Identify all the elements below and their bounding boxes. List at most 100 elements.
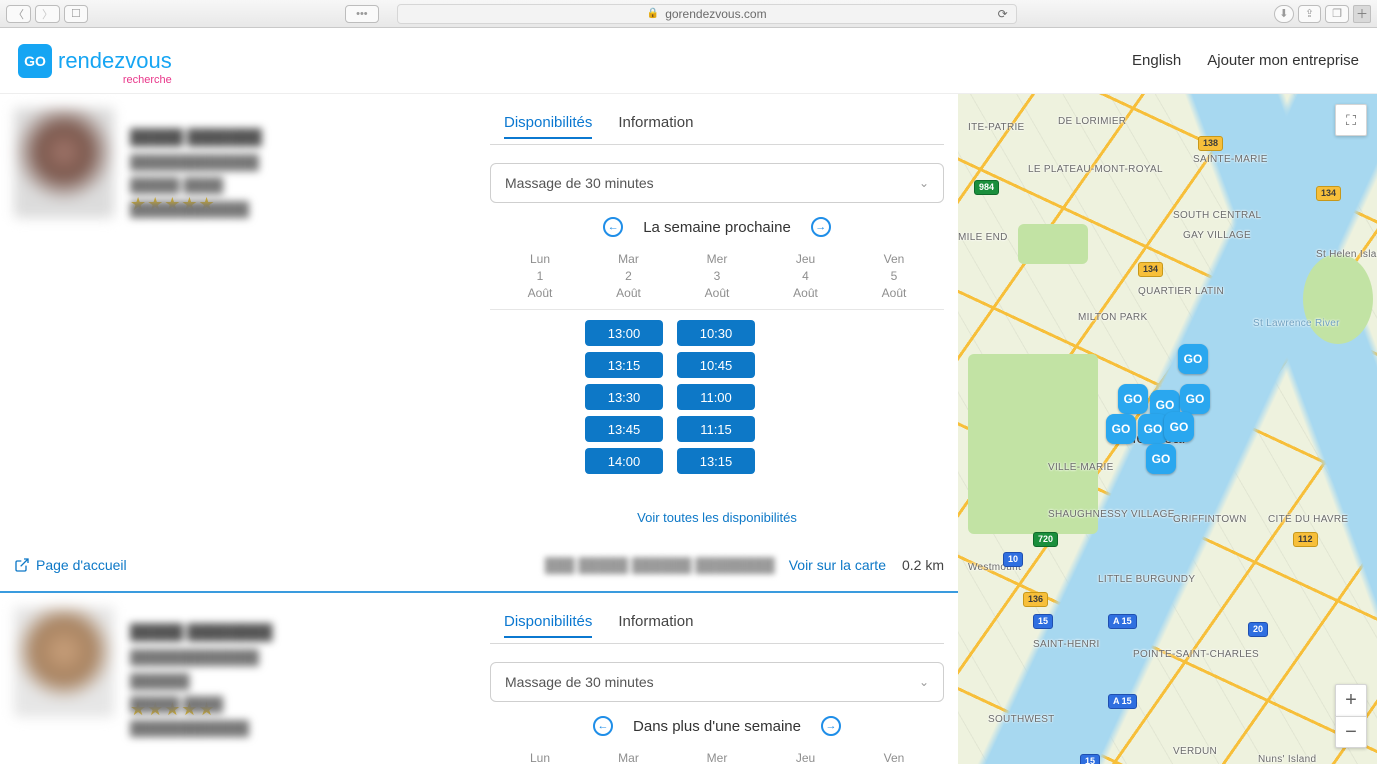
- time-slot[interactable]: 10:45: [677, 352, 755, 378]
- map-label: SOUTHWEST: [988, 714, 1055, 725]
- logo-subtext: recherche: [123, 74, 172, 86]
- map-marker[interactable]: GO: [1178, 344, 1208, 374]
- time-slot[interactable]: 10:30: [677, 320, 755, 346]
- map-marker[interactable]: GO: [1118, 384, 1148, 414]
- homepage-link[interactable]: Page d'accueil: [14, 557, 127, 573]
- route-badge: A 15: [1108, 614, 1137, 629]
- service-select-value: Massage de 30 minutes: [505, 674, 654, 690]
- forward-button[interactable]: 〉: [35, 5, 60, 23]
- new-tab-button[interactable]: ＋: [1353, 5, 1371, 23]
- route-badge: 138: [1198, 136, 1223, 151]
- site-header: GO rendezvous recherche English Ajouter …: [0, 28, 1377, 94]
- back-button[interactable]: 〈: [6, 5, 31, 23]
- avatar: [14, 108, 114, 218]
- map-marker[interactable]: GO: [1164, 412, 1194, 442]
- time-slot[interactable]: 11:00: [677, 384, 755, 410]
- practitioner-card: ★★★★★ █████ ███████ █████████████ █████ …: [0, 94, 958, 593]
- day-dow: Mer: [677, 251, 757, 268]
- prev-week-button[interactable]: ←: [593, 716, 613, 736]
- day-mon: Août: [589, 285, 669, 302]
- reload-icon[interactable]: ⟳: [998, 7, 1008, 21]
- logo-prefix: GO: [24, 53, 46, 69]
- map-label: St Helen Island: [1316, 249, 1377, 260]
- prev-week-button[interactable]: ←: [603, 217, 623, 237]
- day-mon: Août: [677, 285, 757, 302]
- day-dow: Lun: [500, 750, 580, 764]
- service-select[interactable]: Massage de 30 minutes ⌄: [490, 662, 944, 702]
- map-zoom-in-button[interactable]: +: [1335, 684, 1367, 716]
- language-link[interactable]: English: [1132, 52, 1181, 69]
- map-label: VERDUN: [1173, 746, 1217, 757]
- day-num: 5: [854, 268, 934, 285]
- map-label: GRIFFINTOWN: [1173, 514, 1247, 525]
- practitioner-role: █████████████: [130, 151, 324, 175]
- map-zoom-out-button[interactable]: −: [1335, 716, 1367, 748]
- map[interactable]: ITE-PATRIE DE LORIMIER LE PLATEAU-MONT-R…: [958, 94, 1377, 764]
- site-settings-button[interactable]: •••: [345, 5, 379, 23]
- day-dow: Mar: [589, 750, 669, 764]
- map-fullscreen-button[interactable]: ⛶: [1335, 104, 1367, 136]
- results-column: ★★★★★ █████ ███████ █████████████ █████ …: [0, 94, 958, 764]
- map-label: SHAUGHNESSY VILLAGE: [1048, 509, 1175, 520]
- tab-information[interactable]: Information: [618, 613, 693, 638]
- time-slot[interactable]: 13:30: [585, 384, 663, 410]
- map-label: CITÉ DU HAVRE: [1268, 514, 1348, 525]
- tab-availability[interactable]: Disponibilités: [504, 114, 592, 139]
- avatar: [14, 607, 114, 717]
- next-week-button[interactable]: →: [821, 716, 841, 736]
- map-label: ITE-PATRIE: [968, 122, 1025, 133]
- map-marker[interactable]: GO: [1180, 384, 1210, 414]
- route-badge: 112: [1293, 532, 1318, 547]
- map-label: QUARTIER LATIN: [1138, 286, 1224, 297]
- downloads-button[interactable]: ⬇: [1274, 5, 1294, 23]
- map-marker[interactable]: GO: [1146, 444, 1176, 474]
- url-host-text: gorendezvous.com: [665, 7, 766, 21]
- service-select[interactable]: Massage de 30 minutes ⌄: [490, 163, 944, 203]
- map-label: SOUTH CENTRAL: [1173, 210, 1261, 221]
- day-num: 1: [500, 268, 580, 285]
- tabs-button[interactable]: ❐: [1325, 5, 1349, 23]
- practitioner-clinic: █████ ████ ████████████: [130, 693, 324, 741]
- card-tabs: Disponibilités Information: [490, 108, 944, 139]
- time-slot[interactable]: 13:15: [677, 448, 755, 474]
- map-label: SAINTE-MARIE: [1193, 154, 1268, 165]
- route-badge: 15: [1033, 614, 1053, 629]
- day-dow: Mer: [677, 750, 757, 764]
- time-slot[interactable]: 13:45: [585, 416, 663, 442]
- week-label: La semaine prochaine: [643, 219, 791, 236]
- practitioner-name: █████ ████████: [130, 620, 324, 646]
- chevron-down-icon: ⌄: [919, 176, 929, 190]
- view-on-map-link[interactable]: Voir sur la carte: [789, 557, 886, 573]
- view-all-availability-link[interactable]: Voir toutes les disponibilités: [490, 510, 944, 525]
- day-dow: Ven: [854, 750, 934, 764]
- add-business-link[interactable]: Ajouter mon entreprise: [1207, 52, 1359, 69]
- day-dow: Mar: [589, 251, 669, 268]
- day-num: 4: [766, 268, 846, 285]
- map-label: MILTON PARK: [1078, 312, 1147, 323]
- route-badge: 136: [1023, 592, 1048, 607]
- next-week-button[interactable]: →: [811, 217, 831, 237]
- day-mon: Août: [500, 285, 580, 302]
- logo-icon[interactable]: GO: [18, 44, 52, 78]
- tab-availability[interactable]: Disponibilités: [504, 613, 592, 638]
- route-badge: 134: [1316, 186, 1341, 201]
- logo-text[interactable]: rendezvous recherche: [58, 48, 172, 74]
- card-tabs: Disponibilités Information: [490, 607, 944, 638]
- tab-information[interactable]: Information: [618, 114, 693, 139]
- address-text: ███ █████ ██████ ████████: [545, 557, 775, 573]
- route-badge: 984: [974, 180, 999, 195]
- sidebar-toggle-button[interactable]: ☐: [64, 5, 88, 23]
- map-label: LE PLATEAU-MONT-ROYAL: [1028, 164, 1163, 175]
- address-bar[interactable]: 🔒 gorendezvous.com ⟳: [397, 4, 1017, 24]
- time-slot[interactable]: 11:15: [677, 416, 755, 442]
- time-slot[interactable]: 13:00: [585, 320, 663, 346]
- browser-chrome: 〈 〉 ☐ ••• 🔒 gorendezvous.com ⟳ ⬇ ⇪ ❐ ＋: [0, 0, 1377, 28]
- distance-text: 0.2 km: [902, 557, 944, 573]
- route-badge: 134: [1138, 262, 1163, 277]
- map-label: MILE END: [958, 232, 1008, 243]
- time-slot[interactable]: 13:15: [585, 352, 663, 378]
- share-button[interactable]: ⇪: [1298, 5, 1321, 23]
- day-dow: Ven: [854, 251, 934, 268]
- map-marker[interactable]: GO: [1106, 414, 1136, 444]
- time-slot[interactable]: 14:00: [585, 448, 663, 474]
